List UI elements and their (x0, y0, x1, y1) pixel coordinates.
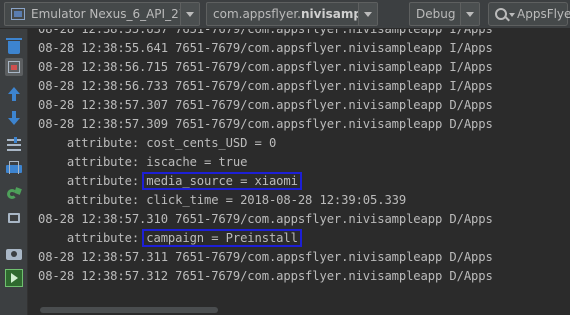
log-line: 08-28 12:38:55.641 7651-7679/com.appsfly… (38, 41, 493, 55)
scrollbar-thumb[interactable] (40, 307, 218, 313)
soft-wrap-icon[interactable] (5, 58, 23, 76)
restart-icon[interactable] (5, 187, 23, 205)
log-line: 08-28 12:38:57.310 7651-7679/com.appsfly… (38, 212, 493, 226)
logcat-toolbar: Emulator Nexus_6_API_27 An com.appsflyer… (0, 0, 570, 29)
log-line: 08-28 12:38:55.637 7651-7679/com.appsfly… (38, 29, 493, 36)
log-line: attribute: campaign = Preinstall (38, 229, 302, 248)
print-icon[interactable] (5, 159, 23, 177)
settings-icon[interactable] (5, 135, 23, 153)
log-level-label: Debug (416, 7, 456, 21)
play-icon[interactable] (5, 269, 23, 287)
chevron-down-icon[interactable] (358, 3, 377, 25)
log-output[interactable]: 08-28 12:38:55.637 7651-7679/com.appsfly… (28, 29, 570, 299)
log-line: 08-28 12:38:56.715 7651-7679/com.appsfly… (38, 60, 493, 74)
arrow-down-icon[interactable] (5, 109, 23, 127)
search-input-value: AppsFlyer (517, 7, 570, 21)
log-line: attribute: iscache = true (38, 155, 248, 169)
search-history-icon[interactable] (509, 13, 515, 17)
highlighted-media-source: media_source = xiaomi (142, 172, 302, 190)
arrow-up-icon[interactable] (5, 85, 23, 103)
log-line: 08-28 12:38:57.312 7651-7679/com.appsfly… (38, 269, 493, 283)
stop-icon[interactable] (5, 209, 23, 227)
log-line: 08-28 12:38:56.733 7651-7679/com.appsfly… (38, 79, 493, 93)
device-selector-label: Emulator Nexus_6_API_27 An (31, 7, 200, 21)
logcat-tool-column (0, 29, 28, 315)
log-level-selector[interactable]: Debug (409, 2, 480, 26)
chevron-down-icon[interactable] (180, 3, 199, 25)
horizontal-scrollbar[interactable] (28, 299, 570, 315)
log-line: 08-28 12:38:57.309 7651-7679/com.appsfly… (38, 117, 493, 131)
highlighted-campaign: campaign = Preinstall (142, 229, 302, 247)
camera-icon[interactable] (5, 245, 23, 263)
attribute-prefix: attribute: (38, 231, 147, 245)
log-line: 08-28 12:38:57.311 7651-7679/com.appsfly… (38, 250, 493, 264)
log-line: attribute: click_time = 2018-08-28 12:39… (38, 193, 407, 207)
chevron-down-icon[interactable] (460, 3, 479, 25)
device-selector[interactable]: Emulator Nexus_6_API_27 An (4, 2, 200, 26)
attribute-prefix: attribute: (38, 174, 147, 188)
trash-icon[interactable] (5, 37, 23, 55)
search-input[interactable]: AppsFlyer (488, 2, 570, 26)
process-prefix: com.appsflyer. (213, 7, 301, 21)
log-line: attribute: cost_cents_USD = 0 (38, 136, 277, 150)
search-icon[interactable] (495, 8, 507, 20)
process-selector[interactable]: com.appsflyer.nivisampleapp ( (206, 2, 378, 26)
device-icon (11, 8, 25, 20)
log-line: 08-28 12:38:57.307 7651-7679/com.appsfly… (38, 98, 493, 112)
log-line: attribute: media_source = xiaomi (38, 172, 302, 191)
